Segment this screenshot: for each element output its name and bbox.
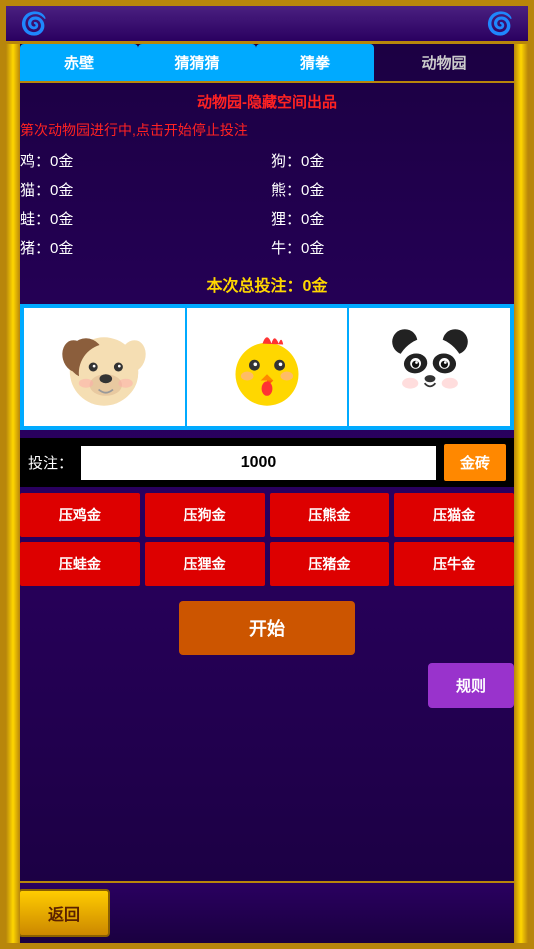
bet-raccoon-button[interactable]: 压狸金: [145, 542, 265, 586]
stat-cow: 牛：0金: [271, 235, 514, 260]
animal-dog: [23, 307, 186, 427]
stat-cat: 猫：0金: [20, 177, 263, 202]
bet-chicken-button[interactable]: 压鸡金: [20, 493, 140, 537]
subtitle: 动物园-隐藏空间出品: [20, 91, 514, 112]
tab-zoo[interactable]: 动物园: [374, 44, 514, 81]
bet-frog-button[interactable]: 压蛙金: [20, 542, 140, 586]
stat-pig: 猪：0金: [20, 235, 263, 260]
left-border: [6, 44, 20, 943]
stat-frog: 蛙：0金: [20, 206, 263, 231]
rules-button-row: 规则: [20, 663, 514, 708]
stat-bear: 熊：0金: [271, 177, 514, 202]
bottom-bar: 返回: [6, 881, 528, 943]
stat-raccoon: 狸：0金: [271, 206, 514, 231]
gold-brick-button[interactable]: 金砖: [444, 444, 506, 481]
tab-fist[interactable]: 猜拳: [256, 44, 374, 81]
back-button[interactable]: 返回: [18, 889, 110, 937]
stat-dog: 狗：0金: [271, 148, 514, 173]
start-button[interactable]: 开始: [179, 601, 355, 655]
start-button-row: 开始: [20, 601, 514, 655]
bet-cow-button[interactable]: 压牛金: [394, 542, 514, 586]
right-border: [514, 44, 528, 943]
tabs-row: 赤壁 猜猜猜 猜拳 动物园: [20, 44, 514, 83]
stat-chicken: 鸡：0金: [20, 148, 263, 173]
stats-grid: 鸡：0金 狗：0金 猫：0金 熊：0金 蛙：0金 狸：0金 猪：0金 牛：0金: [20, 148, 514, 260]
top-bar: 🌀 🌀: [6, 6, 528, 44]
rules-button[interactable]: 规则: [428, 663, 514, 708]
bet-pig-button[interactable]: 压猪金: [270, 542, 390, 586]
tab-guess[interactable]: 猜猜猜: [138, 44, 256, 81]
bet-dog-button[interactable]: 压狗金: [145, 493, 265, 537]
animals-row: [20, 304, 514, 430]
bet-bear-button[interactable]: 压熊金: [270, 493, 390, 537]
info-text: 第次动物园进行中,点击开始停止投注: [20, 120, 514, 140]
tab-chbi[interactable]: 赤壁: [20, 44, 138, 81]
bet-input[interactable]: [81, 446, 436, 480]
action-buttons-grid: 压鸡金 压狗金 压熊金 压猫金 压蛙金 压狸金 压猪金 压牛金: [20, 493, 514, 586]
bet-label: 投注：: [28, 452, 73, 473]
corner-left-ornament: 🌀: [16, 10, 52, 38]
animal-panda: [348, 307, 511, 427]
bet-row: 投注： 金砖: [20, 438, 514, 487]
animal-chicken: [186, 307, 349, 427]
total-bet: 本次总投注：0金: [20, 272, 514, 296]
corner-right-ornament: 🌀: [482, 10, 518, 38]
bet-cat-button[interactable]: 压猫金: [394, 493, 514, 537]
